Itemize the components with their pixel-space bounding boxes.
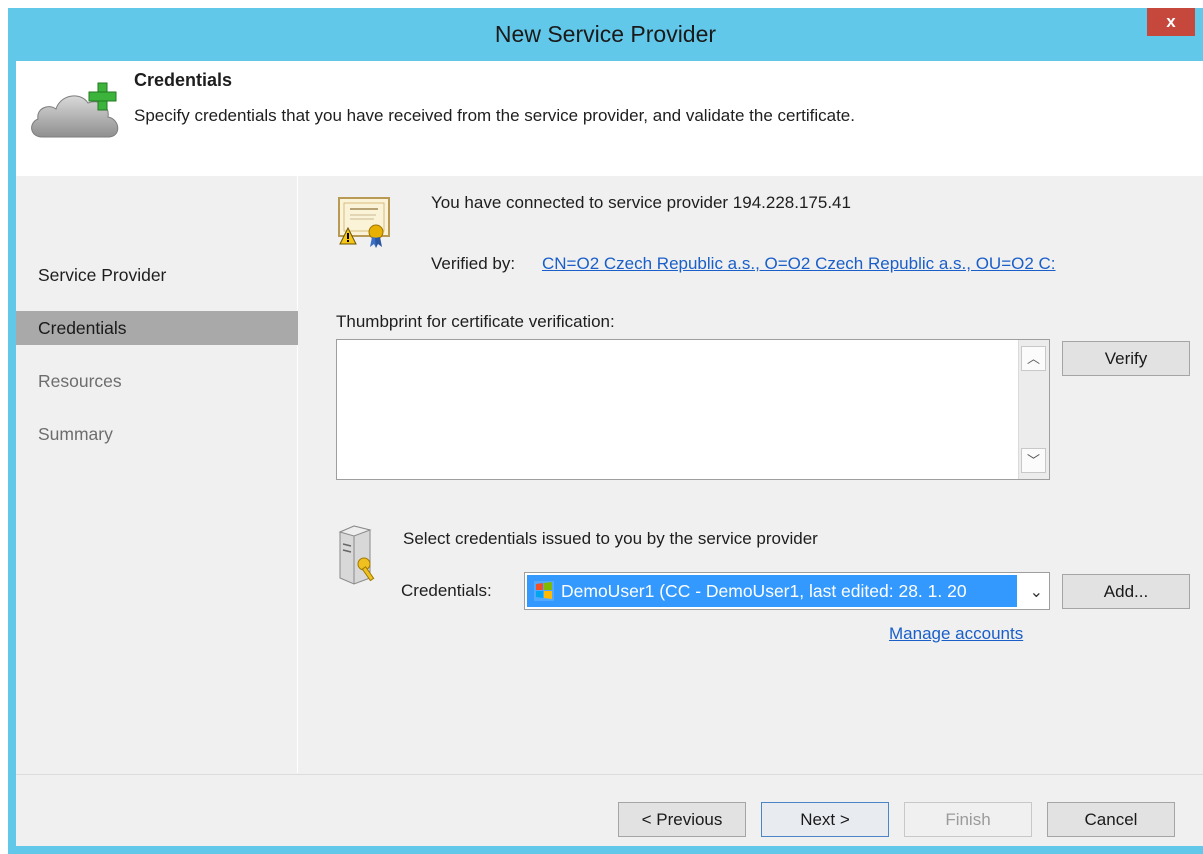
certificate-issuer-link[interactable]: CN=O2 Czech Republic a.s., O=O2 Czech Re… [542,254,1105,274]
sidebar-item-summary: Summary [38,424,113,444]
certificate-warning-icon [338,197,390,248]
thumbprint-scrollbar[interactable]: ︿ ﹀ [1018,340,1049,479]
sidebar-item-resources: Resources [38,371,122,391]
windows-logo-icon [534,581,554,601]
finish-button: Finish [904,802,1032,837]
main-panel: You have connected to service provider 1… [300,176,1203,773]
close-button[interactable]: x [1147,8,1195,36]
credentials-selected-value[interactable]: DemoUser1 (CC - DemoUser1, last edited: … [527,575,1017,607]
chevron-down-icon[interactable]: ⌄ [1030,582,1043,602]
manage-accounts-link[interactable]: Manage accounts [889,624,1023,644]
server-key-icon [338,525,375,585]
sidebar-item-service-provider[interactable]: Service Provider [16,258,298,292]
wizard-content: Credentials Specify credentials that you… [16,61,1203,846]
verified-by-label: Verified by: [431,254,516,273]
thumbprint-label: Thumbprint for certificate verification: [336,312,615,331]
sidebar-item-credentials[interactable]: Credentials [16,311,298,345]
cancel-button[interactable]: Cancel [1047,802,1175,837]
scroll-down-icon[interactable]: ﹀ [1021,448,1046,473]
scroll-up-icon[interactable]: ︿ [1021,346,1046,371]
add-credentials-button[interactable]: Add... [1062,574,1190,609]
previous-button[interactable]: < Previous [618,802,746,837]
thumbprint-textarea[interactable]: ︿ ﹀ [336,339,1050,480]
wizard-footer: < Previous Next > Finish Cancel [16,774,1203,846]
credentials-dropdown[interactable]: DemoUser1 (CC - DemoUser1, last edited: … [524,572,1050,610]
credentials-value-text: DemoUser1 (CC - DemoUser1, last edited: … [561,581,967,601]
cloud-add-icon [31,82,119,138]
credentials-label: Credentials: [401,581,492,600]
connection-status-text: You have connected to service provider 1… [431,193,851,212]
window-title: New Service Provider [494,21,717,47]
page-description: Specify credentials that you have receiv… [134,106,855,125]
select-credentials-text: Select credentials issued to you by the … [403,529,818,548]
wizard-window: New Service Provider x Credentials Speci… [8,8,1203,854]
page-title: Credentials [134,70,233,90]
verify-button[interactable]: Verify [1062,341,1190,376]
title-bar: New Service Provider x [8,8,1203,61]
next-button[interactable]: Next > [761,802,889,837]
page-header: Credentials Specify credentials that you… [16,61,1203,176]
wizard-steps-sidebar: Service Provider Credentials Resources S… [16,176,298,773]
